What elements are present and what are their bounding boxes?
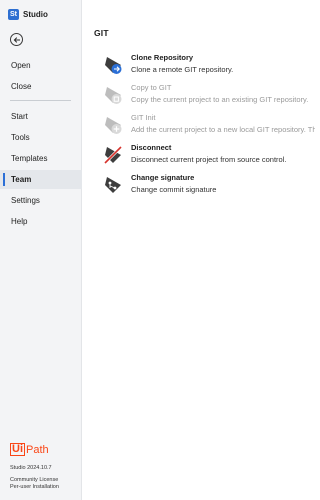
action-description: Copy the current project to an existing … — [131, 95, 309, 104]
uipath-logo: Ui Path — [10, 443, 49, 456]
sidebar: St Studio Open Close Start Tools Templat… — [0, 0, 82, 500]
sidebar-item-help[interactable]: Help — [0, 212, 82, 231]
installation-type: Per-user Installation — [10, 484, 59, 490]
brand-ui: Ui — [10, 443, 25, 456]
sidebar-item-team[interactable]: Team — [0, 170, 82, 189]
change-signature-action[interactable]: Change signature Change commit signature — [102, 173, 315, 199]
action-description: Change commit signature — [131, 185, 217, 194]
sidebar-item-open[interactable]: Open — [0, 56, 82, 75]
copy-to-git-icon — [105, 87, 122, 104]
action-title: Clone Repository — [131, 53, 194, 62]
sidebar-item-tools[interactable]: Tools — [0, 128, 82, 147]
sidebar-item-start[interactable]: Start — [0, 107, 82, 126]
sidebar-item-settings[interactable]: Settings — [0, 191, 82, 210]
license-info: Community License Per-user Installation — [10, 477, 59, 491]
disconnect-icon — [103, 145, 123, 165]
action-description: Add the current project to a new local G… — [131, 125, 315, 134]
clone-repository-action[interactable]: Clone Repository Clone a remote GIT repo… — [102, 53, 315, 79]
action-title: Copy to GIT — [131, 83, 172, 92]
action-description: Disconnect current project from source c… — [131, 155, 287, 164]
sidebar-divider — [10, 100, 71, 101]
sidebar-item-close[interactable]: Close — [0, 77, 82, 96]
clone-repository-icon — [105, 57, 122, 74]
change-signature-icon — [105, 177, 121, 193]
brand-path: Path — [26, 444, 49, 456]
studio-logo-icon: St — [8, 9, 19, 20]
license-type: Community License — [10, 477, 59, 483]
action-title: GIT Init — [131, 113, 156, 122]
action-description: Clone a remote GIT repository. — [131, 65, 234, 74]
app-header: St Studio — [8, 9, 48, 20]
action-title: Change signature — [131, 173, 195, 182]
disconnect-action[interactable]: Disconnect Disconnect current project fr… — [102, 143, 315, 169]
version-label: Studio 2024.10.7 — [10, 465, 52, 471]
copy-to-git-action[interactable]: Copy to GIT Copy the current project to … — [102, 83, 315, 109]
back-arrow-icon — [13, 36, 20, 43]
back-button[interactable] — [10, 33, 23, 46]
section-title: GIT — [94, 28, 109, 38]
action-title: Disconnect — [131, 143, 172, 152]
sidebar-item-templates[interactable]: Templates — [0, 149, 82, 168]
app-title: Studio — [23, 10, 48, 19]
git-init-action[interactable]: GIT Init Add the current project to a ne… — [102, 113, 315, 139]
main-panel: GIT Clone Repository Clone a remote GIT … — [82, 0, 315, 500]
git-init-icon — [105, 117, 122, 134]
